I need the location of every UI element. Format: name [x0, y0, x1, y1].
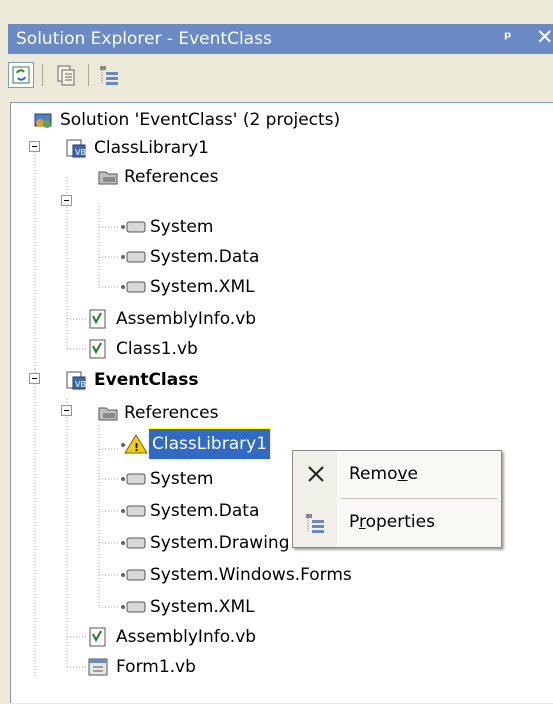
tree-node-label: References	[124, 167, 219, 187]
warning-icon: !	[121, 434, 148, 454]
tree-node-label: Solution 'EventClass' (2 projects)	[60, 110, 341, 130]
tree-node-label: EventClass	[94, 370, 199, 390]
tree-node-reference-warning[interactable]: ! ClassLibrary1	[119, 428, 271, 460]
tree-node-label: AssemblyInfo.vb	[116, 627, 257, 647]
refresh-icon	[12, 66, 30, 84]
menu-item-properties[interactable]: Properties	[293, 503, 501, 543]
show-all-files-icon	[57, 65, 75, 86]
tree-node-file[interactable]: Class1.vb	[87, 334, 201, 364]
svg-text:VB: VB	[75, 148, 86, 157]
properties-button[interactable]	[96, 62, 122, 88]
menu-item-label: Properties	[349, 512, 435, 532]
reference-icon	[121, 537, 146, 549]
refresh-button[interactable]	[8, 62, 34, 88]
reference-icon	[121, 569, 146, 581]
form-file-icon	[88, 658, 108, 676]
reference-icon	[121, 281, 146, 293]
reference-icon	[121, 601, 146, 613]
solution-explorer-window: Solution Explorer - EventClass ᵖ ✕ Solut…	[0, 0, 553, 704]
tree-node-file[interactable]: AssemblyInfo.vb	[87, 304, 259, 334]
title-bar: Solution Explorer - EventClass ᵖ ✕	[8, 24, 553, 54]
menu-divider	[341, 498, 497, 499]
tree-node-file[interactable]: Form1.vb	[87, 652, 199, 682]
svg-text:!: !	[134, 441, 139, 454]
tree-node-label: ClassLibrary1	[148, 428, 271, 460]
collapse-icon[interactable]	[61, 405, 73, 417]
tree-node-reference[interactable]: System	[119, 464, 216, 494]
solution-icon	[34, 113, 52, 128]
tree-node-project[interactable]: VB ClassLibrary1	[65, 133, 212, 163]
remove-icon	[308, 466, 324, 482]
toolbar-separator	[88, 64, 89, 86]
tree-node-reference[interactable]: System.XML	[119, 272, 258, 302]
pin-icon[interactable]: ᵖ	[504, 28, 512, 47]
collapse-icon[interactable]	[29, 141, 41, 153]
tree-node-label: System.Data	[150, 247, 260, 267]
tree-node-references[interactable]: References	[97, 162, 221, 192]
solution-tree[interactable]: Solution 'EventClass' (2 projects) VB Cl…	[10, 102, 553, 703]
vb-project-icon: VB	[66, 371, 86, 390]
tree-node-reference[interactable]: System.Data	[119, 242, 262, 272]
vb-file-icon	[89, 627, 106, 647]
references-folder-icon	[98, 407, 118, 421]
tree-node-project[interactable]: VB EventClass	[65, 365, 201, 395]
collapse-icon[interactable]	[29, 373, 41, 385]
tree-node-reference[interactable]: System.XML	[119, 592, 258, 622]
context-menu: Remove Properties	[292, 450, 502, 548]
collapse-icon[interactable]	[61, 195, 73, 207]
vb-file-icon	[89, 339, 106, 359]
menu-item-remove[interactable]: Remove	[293, 455, 501, 495]
toolbar	[8, 56, 553, 96]
tree-node-label: System	[150, 217, 214, 237]
properties-icon	[306, 514, 324, 533]
window-title: Solution Explorer - EventClass	[16, 29, 272, 49]
tree-node-label: System.Windows.Forms	[150, 565, 352, 585]
tree-connector-lines	[34, 149, 119, 677]
svg-text:VB: VB	[75, 380, 86, 389]
tree-node-reference[interactable]: System.Windows.Forms	[119, 560, 355, 590]
vb-project-icon: VB	[66, 139, 86, 158]
tree-node-label: Form1.vb	[116, 657, 196, 677]
tree-node-label: System.Data	[150, 501, 260, 521]
tree-node-label: System.Drawing	[150, 533, 290, 553]
reference-icon	[121, 251, 146, 263]
tree-node-label: System.XML	[150, 597, 255, 617]
tree-node-reference[interactable]: System	[119, 212, 216, 242]
reference-icon	[121, 221, 146, 233]
close-icon[interactable]: ✕	[536, 25, 553, 49]
tree-node-file[interactable]: AssemblyInfo.vb	[87, 622, 259, 652]
tree-node-reference[interactable]: System.Drawing	[119, 528, 293, 558]
reference-icon	[121, 505, 146, 517]
references-folder-icon	[98, 171, 118, 185]
tree-node-references[interactable]: References	[97, 398, 221, 428]
toolbar-separator	[42, 64, 43, 86]
tree-node-label: References	[124, 403, 219, 423]
tree-node-reference[interactable]: System.Data	[119, 496, 262, 526]
show-all-files-button[interactable]	[52, 62, 78, 88]
vb-file-icon	[89, 309, 106, 329]
tree-node-label: ClassLibrary1	[94, 138, 209, 158]
tree-node-label: AssemblyInfo.vb	[116, 309, 257, 329]
menu-item-label: Remove	[349, 464, 418, 484]
tree-node-label: System.XML	[150, 277, 255, 297]
reference-icon	[121, 473, 146, 485]
tree-node-label: Class1.vb	[116, 339, 198, 359]
properties-icon	[100, 66, 118, 85]
tree-node-solution[interactable]: Solution 'EventClass' (2 projects)	[33, 105, 343, 135]
tree-node-label: System	[150, 469, 214, 489]
